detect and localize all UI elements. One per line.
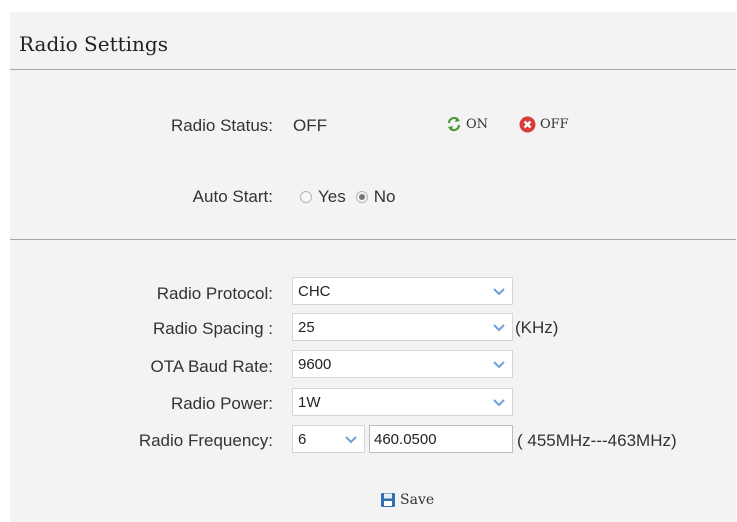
- auto-start-yes-label: Yes: [318, 187, 346, 206]
- radio-power-label: Radio Power:: [170, 394, 273, 413]
- radio-on-button[interactable]: ON: [446, 116, 488, 132]
- ota-baud-rate-label: OTA Baud Rate:: [150, 357, 273, 376]
- ota-baud-rate-value: 9600: [298, 356, 332, 373]
- radio-frequency-range: ( 455MHz---463MHz): [517, 431, 677, 450]
- section-divider: [10, 239, 736, 240]
- radio-settings-panel: Radio Settings Radio Status: OFF ON OFF …: [10, 12, 736, 522]
- close-circle-icon: [519, 116, 536, 133]
- radio-on-label: ON: [466, 116, 489, 132]
- radio-frequency-label: Radio Frequency:: [138, 431, 273, 450]
- radio-protocol-label: Radio Protocol:: [156, 284, 273, 303]
- radio-channel-select[interactable]: 6: [292, 425, 365, 453]
- title-bar: Radio Settings: [10, 12, 736, 70]
- auto-start-no-label: No: [373, 187, 396, 206]
- chevron-down-icon: [493, 361, 505, 369]
- radio-status-label: Radio Status:: [170, 116, 273, 135]
- auto-start-yes-option[interactable]: Yes: [300, 187, 346, 207]
- radio-spacing-select[interactable]: 25: [292, 313, 513, 341]
- radio-frequency-input[interactable]: [369, 425, 513, 453]
- ota-baud-rate-select[interactable]: 9600: [292, 350, 513, 378]
- radio-power-select[interactable]: 1W: [292, 388, 513, 416]
- page-title: Radio Settings: [19, 32, 168, 56]
- radio-channel-value: 6: [298, 431, 307, 448]
- radio-spacing-value: 25: [298, 319, 315, 336]
- auto-start-label: Auto Start:: [192, 187, 273, 206]
- radio-off-label: OFF: [540, 117, 569, 132]
- refresh-icon: [447, 116, 461, 132]
- radio-spacing-unit: (KHz): [515, 318, 559, 337]
- save-label: Save: [400, 492, 435, 508]
- radio-power-value: 1W: [298, 394, 321, 411]
- chevron-down-icon: [493, 324, 505, 332]
- radio-protocol-value: CHC: [298, 283, 331, 300]
- auto-start-no-radio[interactable]: [355, 191, 368, 203]
- chevron-down-icon: [493, 288, 505, 296]
- radio-off-button[interactable]: OFF: [519, 116, 569, 133]
- auto-start-yes-radio[interactable]: [300, 191, 312, 203]
- auto-start-radio-group: Yes No: [300, 187, 405, 207]
- floppy-disk-icon: [381, 493, 395, 507]
- auto-start-no-option[interactable]: No: [355, 187, 396, 207]
- radio-status-value: OFF: [293, 116, 327, 135]
- chevron-down-icon: [345, 436, 357, 444]
- radio-spacing-label: Radio Spacing :: [152, 319, 273, 338]
- save-button[interactable]: Save: [380, 492, 434, 508]
- chevron-down-icon: [493, 399, 505, 407]
- radio-protocol-select[interactable]: CHC: [292, 277, 513, 305]
